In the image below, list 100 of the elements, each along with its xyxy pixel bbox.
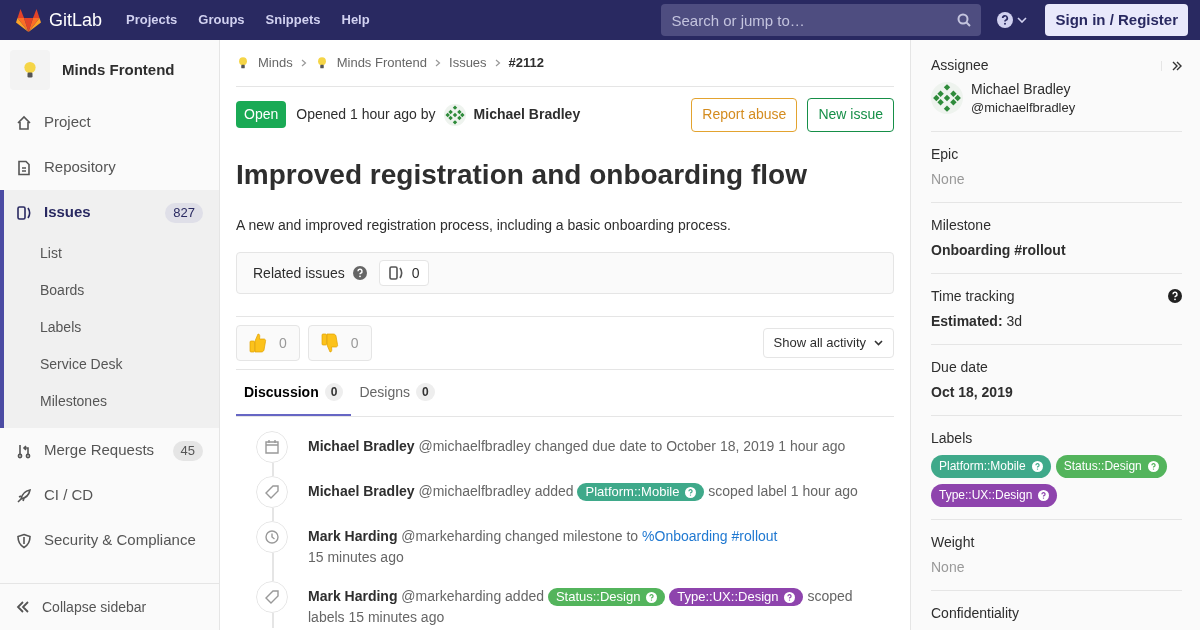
status-badge: Open <box>236 101 287 128</box>
action-button[interactable]: New issue <box>807 97 894 132</box>
panel-title: Related issues <box>253 263 345 283</box>
breadcrumb-link[interactable]: Issues <box>449 53 487 73</box>
user-handle[interactable]: @markeharding <box>401 528 502 544</box>
expand-sidebar-button[interactable] <box>1161 60 1182 71</box>
sign-in-button[interactable]: Sign in / Register <box>1045 4 1188 36</box>
breadcrumb-link[interactable]: Minds <box>258 53 293 73</box>
sidebar-item[interactable]: Issues 827 <box>4 190 219 235</box>
merge-request-icon <box>16 442 32 459</box>
sidebar-item[interactable]: Security & Compliance <box>4 518 219 563</box>
section-value: None <box>931 558 966 577</box>
event-text: changed due date to October 18, 2019 1 hour ago <box>534 438 846 454</box>
sidebar-item[interactable]: Project <box>4 100 219 145</box>
sidebar-subitem[interactable]: Labels <box>4 309 219 346</box>
count-badge: 827 <box>165 202 203 223</box>
section-title: Epic <box>931 145 960 163</box>
sidebar-subitem[interactable]: Milestones <box>4 383 219 420</box>
section-title: Labels <box>931 429 974 447</box>
issues-icon <box>387 265 404 281</box>
breadcrumb-link[interactable]: Minds Frontend <box>336 53 427 73</box>
author-link[interactable]: Mark Harding <box>308 588 398 604</box>
chevron-icon <box>494 59 501 67</box>
thumbs-up-icon <box>249 333 267 353</box>
brand-name[interactable]: GitLab <box>49 6 103 34</box>
double-chevron-icon <box>1172 60 1182 71</box>
search-field[interactable]: Search or jump to… <box>661 4 982 36</box>
help-icon <box>1038 490 1050 501</box>
help-menu[interactable] <box>997 12 1028 28</box>
author-link[interactable]: Michael Bradley <box>308 483 415 499</box>
shield-icon <box>16 532 32 549</box>
event-text: added <box>505 588 544 604</box>
event-text: changed milestone to <box>505 528 639 544</box>
author-link[interactable]: Michael Bradley <box>473 104 581 125</box>
chevron-icon <box>300 59 307 67</box>
nav-link[interactable]: Help <box>341 10 370 30</box>
section-value: Onboarding #rollout <box>931 241 1067 260</box>
section-title: Weight <box>931 533 976 551</box>
section-title: Milestone <box>931 216 992 234</box>
author-link[interactable]: Mark Harding <box>308 528 398 544</box>
count-badge: 0 <box>416 383 435 401</box>
help-icon <box>1147 461 1159 472</box>
nav-link[interactable]: Snippets <box>265 10 321 30</box>
sidebar-subitem[interactable]: Boards <box>4 272 219 309</box>
project-name[interactable]: Minds Frontend <box>62 58 175 82</box>
section-value: Oct 18, 2019 <box>931 383 1014 402</box>
count-badge: 0 <box>324 383 344 401</box>
user-handle[interactable]: @michaelfbradley <box>971 99 1076 116</box>
count-badge: 45 <box>172 440 203 461</box>
search-icon <box>957 13 972 27</box>
sidebar-item[interactable]: Merge Requests 45 <box>4 428 219 473</box>
document-icon <box>16 159 32 176</box>
help-icon[interactable] <box>1168 289 1182 303</box>
section-title: Time tracking <box>931 287 1016 305</box>
help-icon <box>1031 461 1043 472</box>
scoped-label[interactable]: Type::UX::Design <box>931 484 1058 507</box>
section-value: None <box>931 170 966 189</box>
help-icon <box>646 591 658 603</box>
collapse-sidebar-button[interactable]: Collapse sidebar <box>0 583 219 630</box>
help-icon <box>685 486 697 498</box>
sidebar-subitem[interactable]: Service Desk <box>4 346 219 383</box>
sidebar-subitem[interactable]: List <box>4 235 219 272</box>
issues-icon <box>16 204 32 221</box>
activity-filter-dropdown[interactable]: Show all activity <box>762 328 894 358</box>
user-handle[interactable]: @michaelfbradley <box>418 483 531 499</box>
issue-title: Improved registration and onboarding flow <box>236 158 808 192</box>
issue-description: A new and improved registration process, including a basic onboarding process. <box>236 216 732 235</box>
sidebar-item[interactable]: CI / CD <box>4 473 219 518</box>
caret-icon <box>874 340 883 346</box>
assignee-name[interactable]: Michael Bradley <box>971 80 1076 99</box>
event-text: added <box>534 483 574 499</box>
section-title: Confidentiality <box>931 604 1020 622</box>
nav-link[interactable]: Groups <box>198 10 245 30</box>
tab[interactable]: Discussion 0 <box>236 370 352 416</box>
caret-icon <box>1017 17 1028 23</box>
scoped-label[interactable]: Type::UX::Design <box>669 588 804 607</box>
related-count-badge: 0 <box>378 260 429 286</box>
event-text: labels 15 minutes ago <box>308 609 445 625</box>
event-text: scoped label 1 hour ago <box>708 483 858 499</box>
event-text: 15 minutes ago <box>308 549 404 565</box>
thumbs-down-icon <box>320 333 339 353</box>
breadcrumb-link[interactable]: #2112 <box>508 53 545 73</box>
avatar <box>443 103 466 126</box>
user-handle[interactable]: @michaelfbradley <box>418 438 531 454</box>
rocket-icon <box>16 487 32 504</box>
chevron-icon <box>435 59 441 67</box>
nav-link[interactable]: Projects <box>126 10 178 30</box>
author-link[interactable]: Michael Bradley <box>308 438 415 454</box>
milestone-link[interactable]: %Onboarding #rollout <box>642 528 778 544</box>
help-icon <box>997 12 1014 28</box>
section-value: Estimated: 3d <box>931 312 1024 331</box>
section-title: Assignee <box>931 56 990 75</box>
fox-logo-icon[interactable] <box>16 8 41 32</box>
avatar <box>931 82 963 114</box>
tab[interactable]: Designs 0 <box>351 370 443 416</box>
section-title: Due date <box>931 358 989 376</box>
opened-text: Opened 1 hour ago by <box>296 105 436 124</box>
sidebar-item[interactable]: Repository <box>4 145 219 190</box>
help-icon <box>784 591 796 603</box>
user-handle[interactable]: @markeharding <box>401 588 502 604</box>
